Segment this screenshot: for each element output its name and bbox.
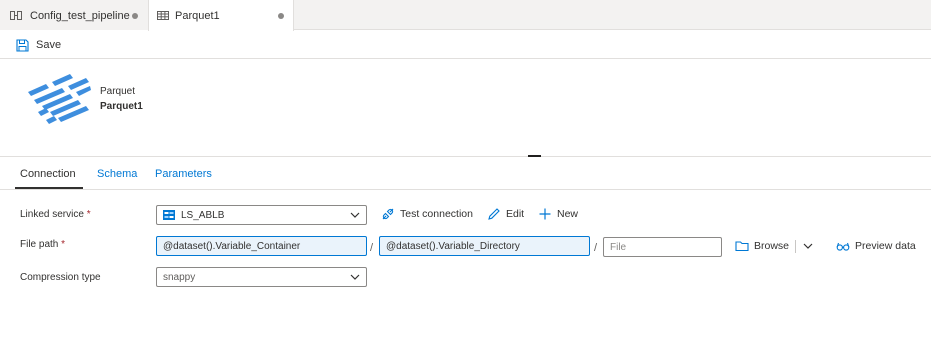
blob-storage-icon — [163, 210, 175, 220]
linked-service-value: LS_ABLB — [181, 209, 225, 221]
panel-resize-handle[interactable] — [528, 155, 541, 157]
chevron-down-icon — [350, 212, 360, 218]
dataset-name: Parquet1 — [100, 101, 143, 112]
tab-connection[interactable]: Connection — [20, 168, 76, 180]
parquet-logo-icon — [28, 74, 91, 124]
plus-icon — [539, 208, 551, 220]
tab-parquet1[interactable]: Parquet1 — [148, 0, 294, 31]
tab-schema[interactable]: Schema — [97, 168, 137, 180]
divider — [795, 240, 796, 253]
tab-label: Parquet1 — [175, 10, 220, 22]
active-tab-indicator — [15, 187, 83, 189]
property-tabs: Connection Schema Parameters — [0, 158, 931, 190]
tab-parameters[interactable]: Parameters — [155, 168, 212, 180]
document-tab-bar: Config_test_pipeline Parquet1 — [0, 0, 931, 31]
pipeline-icon — [10, 11, 22, 20]
table-icon — [157, 11, 169, 20]
save-icon — [16, 38, 29, 52]
compression-type-dropdown[interactable]: snappy — [156, 267, 367, 287]
compression-type-value: snappy — [163, 271, 196, 283]
path-separator: / — [370, 242, 374, 254]
tab-config-test-pipeline[interactable]: Config_test_pipeline — [0, 0, 148, 30]
test-connection-button[interactable]: Test connection — [381, 207, 473, 221]
save-label: Save — [36, 39, 62, 51]
path-separator: / — [594, 242, 598, 254]
preview-data-button[interactable]: Preview data — [836, 239, 916, 253]
container-input[interactable]: @dataset().Variable_Container — [156, 236, 367, 256]
new-linked-service-button[interactable]: New — [538, 207, 578, 221]
linked-service-dropdown[interactable]: LS_ABLB — [156, 205, 367, 225]
toolbar: Save — [0, 31, 931, 59]
chevron-down-icon — [350, 274, 360, 280]
unsaved-dot-icon — [132, 13, 138, 19]
folder-icon — [735, 241, 749, 252]
file-path-label: File path * — [20, 239, 66, 250]
dataset-type: Parquet — [100, 86, 136, 97]
plug-icon — [382, 208, 394, 220]
pencil-icon — [488, 208, 500, 220]
browse-button[interactable]: Browse — [735, 239, 789, 253]
save-button[interactable]: Save — [16, 37, 61, 53]
file-name-input[interactable]: File — [603, 237, 722, 257]
dataset-header: Parquet Parquet1 — [0, 60, 931, 157]
directory-input[interactable]: @dataset().Variable_Directory — [379, 236, 590, 256]
edit-button[interactable]: Edit — [487, 207, 524, 221]
compression-type-label: Compression type — [20, 272, 101, 283]
chevron-down-icon[interactable] — [803, 241, 813, 251]
tab-label: Config_test_pipeline — [30, 10, 130, 22]
unsaved-dot-icon — [278, 13, 284, 19]
glasses-icon — [836, 242, 850, 251]
linked-service-label: Linked service * — [20, 209, 91, 220]
